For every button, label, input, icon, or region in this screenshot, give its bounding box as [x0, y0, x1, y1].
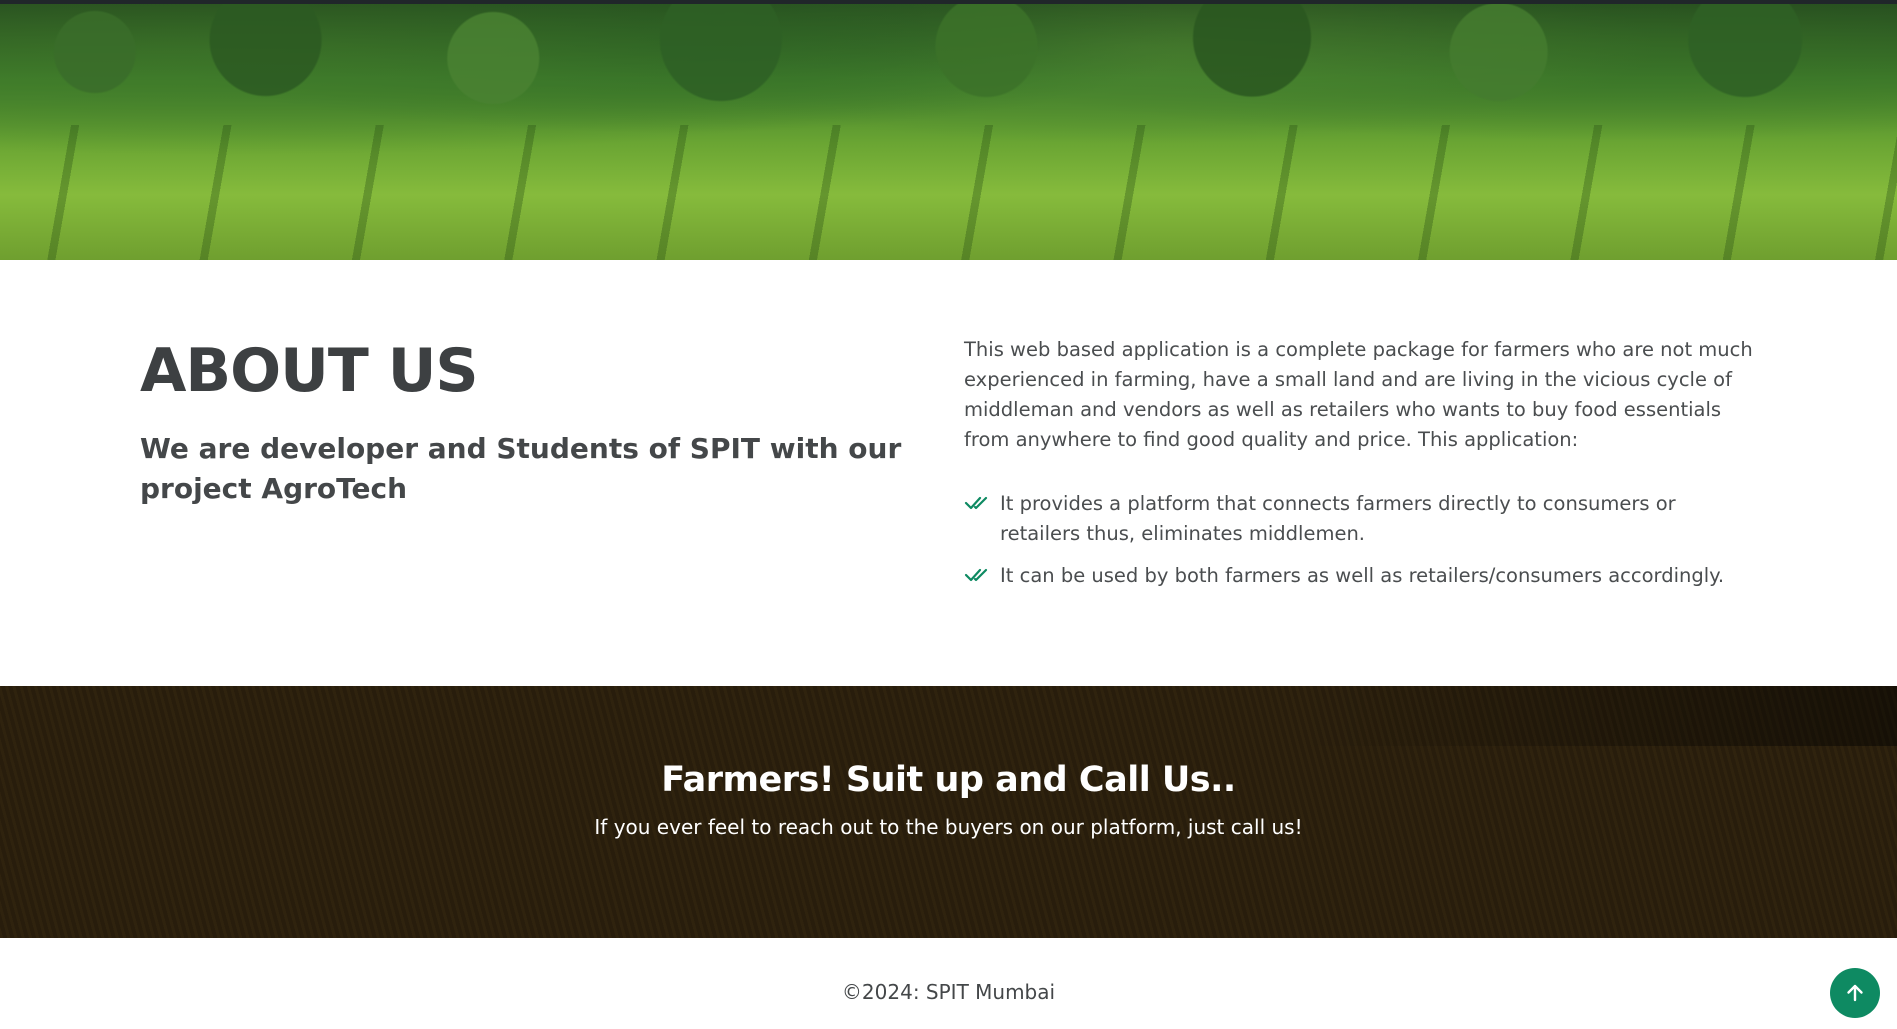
- back-to-top-button[interactable]: [1830, 968, 1880, 1018]
- hero-image-banner: [0, 0, 1897, 260]
- double-check-icon: [964, 568, 988, 582]
- hero-crop-rows: [0, 125, 1897, 260]
- about-section: ABOUT US We are developer and Students o…: [0, 260, 1897, 686]
- about-points-list: It provides a platform that connects far…: [964, 489, 1754, 591]
- cta-text: If you ever feel to reach out to the buy…: [594, 815, 1303, 839]
- list-item-text: It can be used by both farmers as well a…: [1000, 564, 1725, 587]
- about-subtitle: We are developer and Students of SPIT wi…: [140, 432, 902, 505]
- about-right-column: This web based application is a complete…: [964, 335, 1754, 603]
- list-item: It can be used by both farmers as well a…: [964, 561, 1754, 591]
- cta-title: Farmers! Suit up and Call Us..: [661, 760, 1236, 800]
- list-item: It provides a platform that connects far…: [964, 489, 1754, 549]
- copyright-text: ©2024: SPIT Mumbai: [841, 980, 1056, 1004]
- double-check-icon: [964, 496, 988, 510]
- call-to-action-section: Farmers! Suit up and Call Us.. If you ev…: [0, 686, 1897, 938]
- about-left-column: ABOUT US We are developer and Students o…: [140, 335, 930, 509]
- hero-trees-background: [0, 4, 1897, 124]
- footer: ©2024: SPIT Mumbai: [0, 938, 1897, 1029]
- cta-shadow: [1297, 686, 1897, 746]
- list-item-text: It provides a platform that connects far…: [1000, 492, 1676, 545]
- about-title: ABOUT US: [140, 336, 479, 406]
- arrow-up-icon: [1847, 984, 1863, 1002]
- about-description: This web based application is a complete…: [964, 338, 1753, 451]
